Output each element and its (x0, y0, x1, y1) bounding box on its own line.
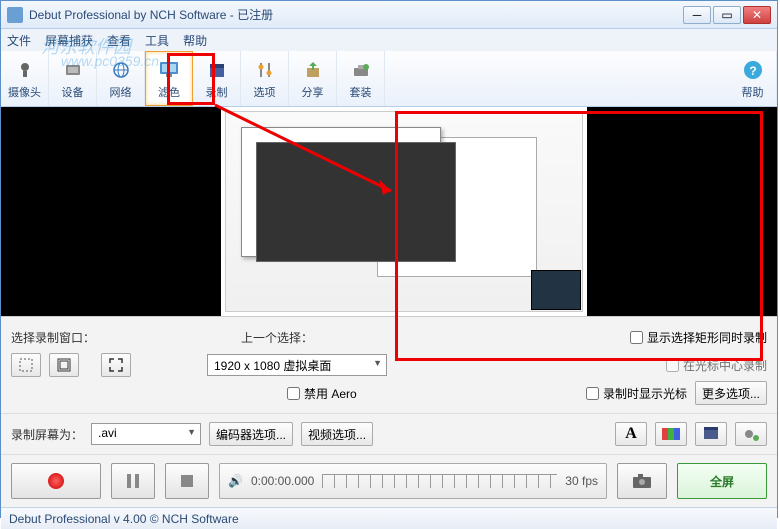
show-cursor-checkbox[interactable]: 录制时显示光标 (586, 385, 687, 402)
preview-right-black (587, 107, 777, 316)
webcam-overlay-button[interactable] (735, 422, 767, 446)
help-button[interactable]: ? 帮助 (729, 51, 777, 106)
menu-file[interactable]: 文件 (7, 32, 31, 49)
kit-button[interactable]: 套装 (337, 51, 385, 106)
record-icon (48, 473, 64, 489)
menu-capture[interactable]: 屏幕捕获 (45, 32, 93, 49)
help-icon: ? (741, 58, 765, 82)
record-bar: 🔊 0:00:00.000 30 fps 全屏 (1, 455, 777, 507)
svg-text:?: ? (749, 64, 756, 78)
microphone-icon (13, 58, 37, 82)
snapshot-button[interactable] (617, 463, 667, 499)
speaker-icon: 🔊 (228, 474, 243, 488)
device-button[interactable]: 设备 (49, 51, 97, 106)
fullscreen-sel-button[interactable] (101, 353, 131, 377)
app-icon (7, 7, 23, 23)
camera-button[interactable]: 摄像头 (1, 51, 49, 106)
menu-bar: 文件 屏幕捕获 查看 工具 帮助 (1, 29, 777, 51)
selection-panel: 选择录制窗口： 上一个选择： 显示选择矩形同时录制 1920 x 1080 虚拟… (1, 317, 777, 414)
select-rect-button[interactable] (11, 353, 41, 377)
clapper-icon (205, 58, 229, 82)
close-button[interactable]: ✕ (743, 6, 771, 24)
menu-view[interactable]: 查看 (107, 32, 131, 49)
menu-tools[interactable]: 工具 (145, 32, 169, 49)
color-button[interactable] (655, 422, 687, 446)
record-button[interactable]: 录制 (193, 51, 241, 106)
network-button[interactable]: 网络 (97, 51, 145, 106)
stop-button[interactable] (165, 463, 209, 499)
annotation-arrow (211, 101, 411, 211)
encoder-options-button[interactable]: 编码器选项... (209, 422, 293, 446)
pause-button[interactable] (111, 463, 155, 499)
pip-thumbnail (531, 270, 581, 310)
options-button[interactable]: 选项 (241, 51, 289, 106)
preview-left-black (1, 107, 221, 316)
maximize-button[interactable]: ▭ (713, 6, 741, 24)
prev-select-label: 上一个选择： (241, 329, 313, 346)
timeline-ruler (322, 474, 557, 488)
fullscreen-button[interactable]: 全屏 (677, 463, 767, 499)
sliders-icon (253, 58, 277, 82)
globe-icon (109, 58, 133, 82)
cursor-center-checkbox[interactable]: 在光标中心录制 (666, 357, 767, 374)
status-text: Debut Professional v 4.00 © NCH Software (9, 512, 239, 526)
toolbox-icon (349, 58, 373, 82)
select-window-button[interactable] (49, 353, 79, 377)
main-toolbar: 摄像头 设备 网络 滤色 录制 选项 分享 套装 ? 帮助 (1, 51, 777, 107)
menu-help[interactable]: 帮助 (183, 32, 207, 49)
format-panel: 录制屏幕为： .avi 编码器选项... 视频选项... A (1, 414, 777, 455)
text-overlay-button[interactable]: A (615, 422, 647, 446)
time-display: 0:00:00.000 (251, 474, 314, 488)
show-rect-checkbox[interactable]: 显示选择矩形同时录制 (630, 329, 767, 346)
record-start-button[interactable] (11, 463, 101, 499)
video-options-button[interactable]: 视频选项... (301, 422, 373, 446)
minimize-button[interactable]: ─ (683, 6, 711, 24)
status-bar: Debut Professional v 4.00 © NCH Software (1, 507, 777, 529)
share-icon (301, 58, 325, 82)
more-options-button[interactable]: 更多选项... (695, 381, 767, 405)
share-button[interactable]: 分享 (289, 51, 337, 106)
select-window-label: 选择录制窗口： (11, 329, 95, 346)
disable-aero-checkbox[interactable]: 禁用 Aero (287, 385, 357, 402)
monitor-icon (157, 58, 181, 82)
screen-button[interactable]: 滤色 (145, 51, 193, 106)
window-title: Debut Professional by NCH Software - 已注册 (29, 6, 683, 23)
timeline[interactable]: 🔊 0:00:00.000 30 fps (219, 463, 607, 499)
record-as-label: 录制屏幕为： (11, 426, 83, 443)
device-icon (61, 58, 85, 82)
effects-button[interactable] (695, 422, 727, 446)
fps-display: 30 fps (565, 474, 598, 488)
resolution-combo[interactable]: 1920 x 1080 虚拟桌面 (207, 354, 387, 376)
format-combo[interactable]: .avi (91, 423, 201, 445)
